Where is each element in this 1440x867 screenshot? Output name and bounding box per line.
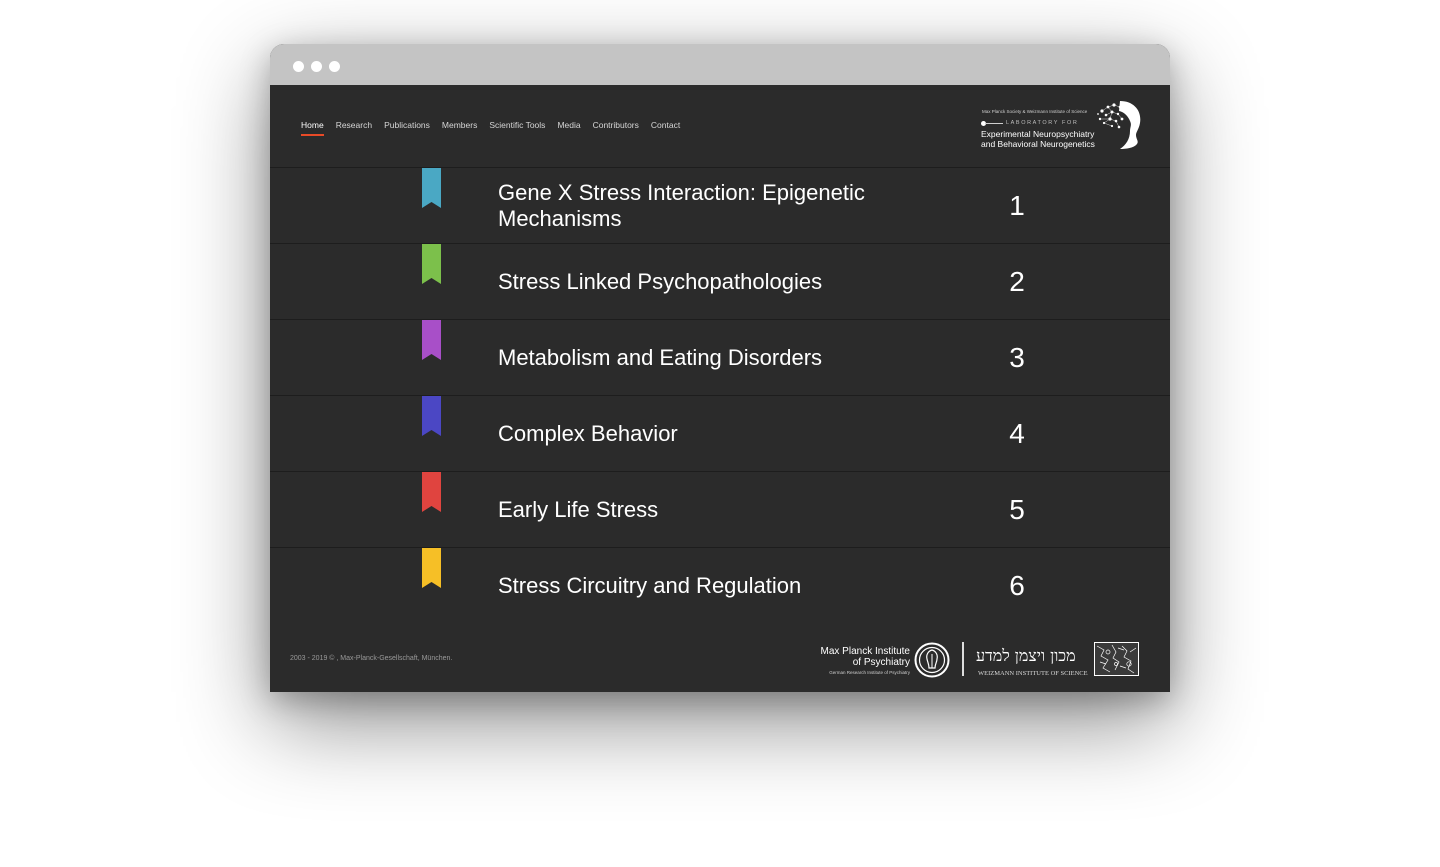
copyright-text: 2003 - 2019 © , Max-Planck-Gesellschaft,… [290,655,453,662]
nav-scientific-tools[interactable]: Scientific Tools [489,120,545,130]
research-title: Metabolism and Eating Disorders [498,344,823,370]
ribbon-bookmark-icon [422,168,441,208]
window-close-dot[interactable] [293,61,304,72]
weizmann-english-name: WEIZMANN INSTITUTE OF SCIENCE [978,670,1088,677]
nav-media[interactable]: Media [557,120,580,130]
footer-divider [962,642,964,676]
research-title: Early Life Stress [498,496,659,522]
window-titlebar [270,44,1170,85]
brain-head-icon [1097,101,1141,149]
nav-research[interactable]: Research [336,120,372,130]
weizmann-emblem-icon [1094,642,1139,676]
logo-line [985,122,1003,124]
weizmann-logo[interactable]: מכון ויצמן למדע WEIZMANN INSTITUTE OF SC… [976,642,1140,678]
minerva-emblem-icon [914,642,950,678]
ribbon-bookmark-icon [422,548,441,588]
logo-name-line2: and Behavioral Neurogenetics [981,139,1095,149]
research-row[interactable]: Stress Linked Psychopathologies 2 [270,243,1170,319]
mpi-name-line1: Max Planck Institute [820,646,910,657]
research-row[interactable]: Stress Circuitry and Regulation 6 [270,547,1170,624]
max-planck-logo[interactable]: Max Planck Institute of Psychiatry Germa… [810,642,950,678]
research-row[interactable]: Gene X Stress Interaction: Epigenetic Me… [270,167,1170,243]
research-row[interactable]: Metabolism and Eating Disorders 3 [270,319,1170,395]
main-nav: Home Research Publications Members Scien… [301,120,680,136]
research-title: Gene X Stress Interaction: Epigenetic Me… [498,179,865,231]
nav-contact[interactable]: Contact [651,120,680,130]
mpi-name-line2: of Psychiatry [852,657,910,668]
window-maximize-dot[interactable] [329,61,340,72]
site-footer: 2003 - 2019 © , Max-Planck-Gesellschaft,… [270,622,1170,692]
nav-contributors[interactable]: Contributors [593,120,639,130]
ribbon-bookmark-icon [422,244,441,284]
lab-logo[interactable]: Max Planck Society & Weizmann Institute … [980,99,1141,151]
research-number: 4 [1009,417,1025,449]
logo-top-line: Max Planck Society & Weizmann Institute … [982,109,1088,114]
window-minimize-dot[interactable] [311,61,322,72]
nav-home[interactable]: Home [301,120,324,136]
ribbon-bookmark-icon [422,320,441,360]
ribbon-bookmark-icon [422,396,441,436]
nav-publications[interactable]: Publications [384,120,430,130]
research-number: 5 [1009,493,1025,525]
research-row[interactable]: Early Life Stress 5 [270,471,1170,547]
logo-lab-for: LABORATORY FOR [1006,120,1079,126]
research-title: Stress Circuitry and Regulation [498,572,802,598]
research-number: 2 [1009,265,1025,297]
nav-members[interactable]: Members [442,120,477,130]
research-list: Gene X Stress Interaction: Epigenetic Me… [270,167,1170,624]
research-number: 3 [1009,341,1025,373]
ribbon-bookmark-icon [422,472,441,512]
browser-window: Home Research Publications Members Scien… [270,44,1170,692]
logo-name-line1: Experimental Neuropsychiatry [981,129,1095,139]
research-number: 1 [1009,189,1025,221]
weizmann-hebrew-name: מכון ויצמן למדע [976,646,1076,665]
research-row[interactable]: Complex Behavior 4 [270,395,1170,471]
mpi-subtitle: German Research Institute of Psychiatry [829,670,910,675]
research-number: 6 [1009,569,1025,601]
site-header: Home Research Publications Members Scien… [270,85,1170,167]
research-title: Stress Linked Psychopathologies [498,268,823,294]
research-title: Complex Behavior [498,420,678,446]
